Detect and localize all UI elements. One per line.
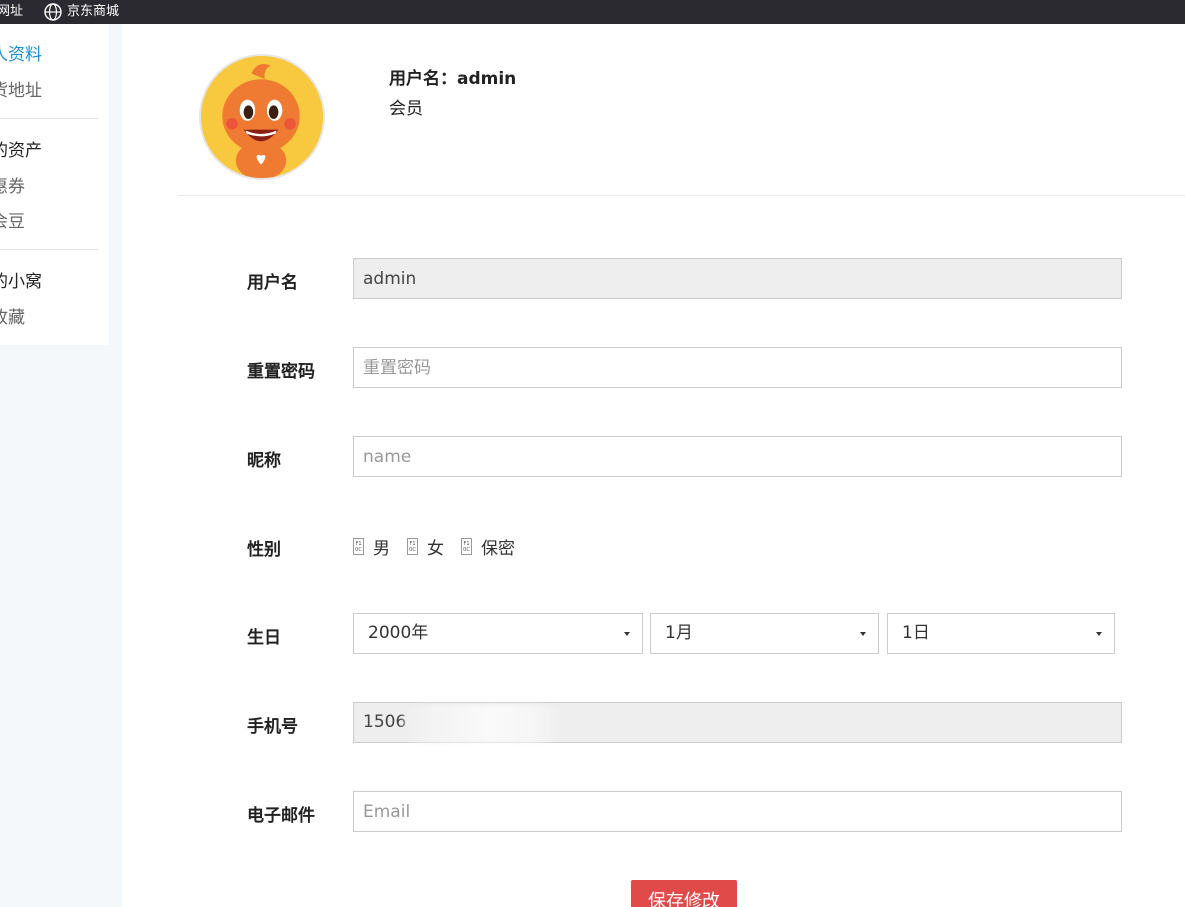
sidebar-group-nest-title: 的小窝 — [0, 272, 42, 292]
radio-missing-glyph-icon[interactable]: F1 0C — [407, 537, 418, 555]
privacy-blur-overlay — [402, 705, 562, 743]
sidebar-item-beans[interactable]: 会豆 — [0, 207, 25, 232]
phone-value: 1506 — [363, 712, 407, 732]
form-row-phone: 手机号 1506 — [247, 702, 1127, 744]
nickname-input[interactable] — [353, 436, 1122, 477]
gender-option-secret[interactable]: F1 0C 保密 — [461, 534, 515, 559]
jd-mall-link[interactable]: 京东商城 — [43, 0, 119, 24]
birthday-year-value: 2000年 — [368, 623, 429, 643]
radio-missing-glyph-icon[interactable]: F1 0C — [353, 537, 364, 555]
main-content: 用户名：admin 会员 用户名 重置密码 昵称 性别 F1 0C 男 F1 0… — [122, 24, 1185, 907]
birthday-month-value: 1月 — [665, 623, 693, 643]
phone-label: 手机号 — [247, 717, 298, 737]
address-link[interactable]: 网址 — [0, 0, 23, 24]
top-bar: 网址 京东商城 — [0, 0, 1185, 24]
username-label: 用户名 — [247, 273, 298, 293]
email-input[interactable] — [353, 791, 1122, 832]
birthday-day-value: 1日 — [902, 623, 930, 643]
profile-level: 会员 — [389, 99, 423, 119]
sidebar-divider — [0, 249, 98, 250]
form-row-birthday: 生日 2000年 1月 1日 — [247, 613, 1127, 655]
chevron-down-icon — [860, 632, 866, 636]
email-label: 电子邮件 — [247, 806, 315, 826]
save-button[interactable]: 保存修改 — [631, 880, 737, 907]
chevron-down-icon — [1096, 632, 1102, 636]
profile-username: 用户名：admin — [389, 69, 517, 89]
birthday-day-select[interactable]: 1日 — [887, 613, 1115, 654]
nickname-label: 昵称 — [247, 451, 281, 471]
sidebar-item-coupons[interactable]: 惠券 — [0, 172, 25, 197]
jd-mall-label: 京东商城 — [67, 4, 120, 19]
phone-field[interactable]: 1506 — [353, 702, 1122, 743]
gender-option-male[interactable]: F1 0C 男 — [353, 534, 390, 559]
birthday-year-select[interactable]: 2000年 — [353, 613, 643, 654]
gender-radio-group: F1 0C 男 F1 0C 女 F1 0C 保密 — [353, 525, 532, 567]
password-label: 重置密码 — [247, 362, 315, 382]
form-row-nickname: 昵称 — [247, 436, 1127, 478]
address-label: 网址 — [0, 4, 24, 19]
gender-label: 性别 — [247, 540, 281, 560]
birthday-month-select[interactable]: 1月 — [650, 613, 879, 654]
gender-option-label: 女 — [427, 538, 444, 559]
sidebar-item-profile[interactable]: 人资料 — [0, 40, 42, 65]
gender-option-label: 男 — [373, 538, 390, 559]
chevron-down-icon — [624, 632, 630, 636]
form-row-gender: 性别 F1 0C 男 F1 0C 女 F1 0C 保密 — [247, 525, 1127, 567]
form-row-email: 电子邮件 — [247, 791, 1127, 833]
sidebar-divider — [0, 118, 98, 119]
sidebar-group-assets-title: 的资产 — [0, 141, 42, 161]
birthday-label: 生日 — [247, 628, 281, 648]
mascot-avatar-icon — [201, 56, 323, 178]
gender-option-label: 保密 — [481, 538, 515, 559]
form-row-password: 重置密码 — [247, 347, 1127, 389]
password-input[interactable] — [353, 347, 1122, 388]
radio-missing-glyph-icon[interactable]: F1 0C — [461, 537, 472, 555]
username-field[interactable] — [353, 258, 1122, 299]
profile-header: 用户名：admin 会员 — [178, 24, 1185, 196]
gender-option-female[interactable]: F1 0C 女 — [407, 534, 444, 559]
avatar — [199, 54, 325, 180]
globe-icon — [44, 3, 62, 21]
sidebar-item-address[interactable]: 货地址 — [0, 76, 42, 101]
sidebar-item-favorites[interactable]: 收藏 — [0, 303, 25, 328]
form-row-username: 用户名 — [247, 258, 1127, 300]
sidebar: 人资料 货地址 的资产 惠券 会豆 的小窝 收藏 — [0, 24, 109, 345]
user-info: 用户名：admin 会员 — [389, 68, 516, 120]
